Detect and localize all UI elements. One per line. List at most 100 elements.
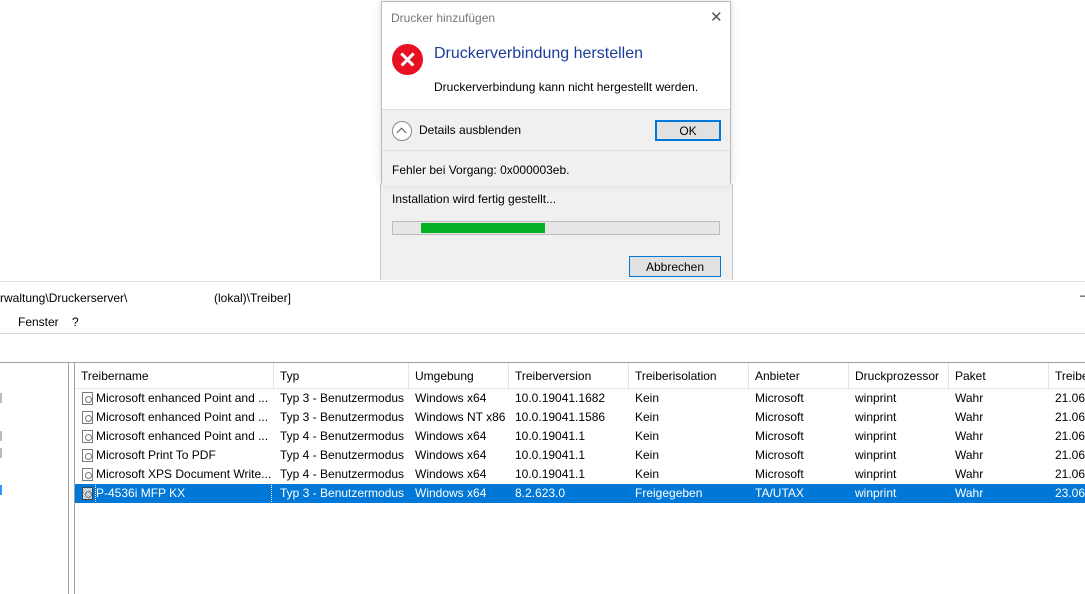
table-cell: Wahr: [955, 429, 984, 443]
progress-status-text: Installation wird fertig gestellt...: [392, 192, 557, 206]
tree-item-marker: [0, 393, 2, 403]
table-cell: Typ 4 - Benutzermodus: [280, 429, 405, 443]
table-row[interactable]: P-4536i MFP KX Typ 3 - Benutzermodus Windo…: [75, 483, 1085, 504]
progress-bar-fill: [421, 223, 545, 233]
tree-item-marker-selected: [0, 485, 2, 495]
dialog-title: Drucker hinzufügen: [391, 11, 496, 25]
driver-name-cell: P-4536i MFP KX: [95, 483, 272, 504]
table-cell: winprint: [855, 448, 897, 462]
driver-name-cell: Microsoft Print To PDF: [96, 448, 216, 462]
console-menubar: Fenster ?: [0, 311, 1085, 334]
column-header[interactable]: Druckprozessor: [849, 363, 949, 388]
console-titlebar: rwaltung\Druckerserver\ (lokal)\Treiber]…: [0, 281, 1085, 312]
table-cell: Microsoft: [755, 391, 804, 405]
table-cell: Kein: [635, 391, 660, 405]
console-path-left: rwaltung\Druckerserver\: [0, 291, 128, 305]
column-header[interactable]: Treibe: [1049, 363, 1085, 388]
error-code-text: Fehler bei Vorgang: 0x000003eb.: [392, 163, 570, 177]
table-row[interactable]: Microsoft enhanced Point and ... Typ 3 - …: [75, 389, 1085, 408]
table-cell: 10.0.19041.1: [515, 429, 586, 443]
table-cell: Typ 4 - Benutzermodus: [280, 448, 405, 462]
details-toggle-label[interactable]: Details ausblenden: [419, 123, 521, 137]
column-header[interactable]: Treibername: [75, 363, 274, 388]
table-cell: Windows NT x86: [415, 410, 506, 424]
column-header[interactable]: Anbieter: [749, 363, 849, 388]
table-cell: Windows x64: [415, 429, 487, 443]
column-header[interactable]: Treiberversion: [509, 363, 629, 388]
printer-driver-icon: [82, 449, 93, 462]
table-cell: Windows x64: [415, 391, 487, 405]
table-row[interactable]: Microsoft Print To PDF Typ 4 - Benutzermo…: [75, 446, 1085, 465]
table-cell: 21.06.: [1055, 429, 1085, 443]
tree-item-marker: [0, 431, 2, 441]
table-cell: 21.06.: [1055, 410, 1085, 424]
table-cell: Wahr: [955, 448, 984, 462]
menu-help[interactable]: ?: [72, 315, 79, 329]
table-cell: Typ 3 - Benutzermodus: [280, 391, 405, 405]
table-cell: Wahr: [955, 410, 984, 424]
table-cell: Freigegeben: [635, 486, 703, 500]
table-cell: TA/UTAX: [755, 486, 804, 500]
driver-list-header: Treibername Typ Umgebung Treiberversion Trei…: [75, 363, 1085, 389]
table-cell: 21.06.: [1055, 391, 1085, 405]
table-cell: Windows x64: [415, 467, 487, 481]
ok-button[interactable]: OK: [655, 120, 721, 141]
progress-window: Installation wird fertig gestellt... Abb…: [380, 184, 733, 280]
table-row[interactable]: Microsoft enhanced Point and ... Typ 4 - …: [75, 427, 1085, 446]
table-cell: Typ 4 - Benutzermodus: [280, 467, 405, 481]
table-cell: winprint: [855, 391, 897, 405]
column-header[interactable]: Typ: [274, 363, 409, 388]
tree-item-marker: [0, 448, 2, 458]
progress-bar: [392, 221, 720, 235]
dialog-heading: Druckerverbindung herstellen: [434, 45, 643, 62]
driver-name-cell: Microsoft enhanced Point and ...: [96, 429, 269, 443]
table-cell: Typ 3 - Benutzermodus: [280, 486, 405, 500]
table-cell: 10.0.19041.1: [515, 448, 586, 462]
column-header[interactable]: Umgebung: [409, 363, 509, 388]
details-divider: [382, 150, 730, 151]
printer-driver-icon: [82, 411, 93, 424]
printer-driver-icon: [82, 487, 93, 500]
driver-name-cell: Microsoft enhanced Point and ...: [96, 391, 269, 405]
table-cell: 21.06.: [1055, 448, 1085, 462]
console-toolbar: [0, 334, 1085, 363]
table-cell: Microsoft: [755, 410, 804, 424]
table-cell: Kein: [635, 467, 660, 481]
table-cell: Kein: [635, 410, 660, 424]
driver-name-cell: Microsoft enhanced Point and ...: [96, 410, 269, 424]
printer-driver-icon: [82, 468, 93, 481]
minimize-button[interactable]: –: [1080, 288, 1085, 302]
console-path-right: (lokal)\Treiber]: [214, 291, 291, 305]
table-cell: 8.2.623.0: [515, 486, 566, 500]
table-cell: Windows x64: [415, 486, 487, 500]
table-cell: Wahr: [955, 486, 984, 500]
table-cell: Wahr: [955, 467, 984, 481]
tree-pane[interactable]: [0, 363, 69, 594]
table-cell: 21.06.: [1055, 467, 1085, 481]
menu-fenster[interactable]: Fenster: [18, 315, 59, 329]
table-row[interactable]: Microsoft XPS Document Write... Typ 4 - B…: [75, 465, 1085, 484]
column-header[interactable]: Paket: [949, 363, 1049, 388]
table-cell: Microsoft: [755, 467, 804, 481]
table-cell: winprint: [855, 429, 897, 443]
table-cell: 10.0.19041.1682: [515, 391, 606, 405]
details-section: Details ausblenden OK Fehler bei Vorgang…: [382, 109, 730, 186]
table-cell: winprint: [855, 486, 897, 500]
close-icon[interactable]: ✕: [710, 8, 723, 26]
table-cell: Windows x64: [415, 448, 487, 462]
dialog-message: Druckerverbindung kann nicht hergestellt…: [434, 80, 699, 94]
cancel-button[interactable]: Abbrechen: [629, 256, 721, 277]
printer-driver-icon: [82, 392, 93, 405]
table-cell: 10.0.19041.1586: [515, 410, 606, 424]
column-header[interactable]: Treiberisolation: [629, 363, 749, 388]
table-cell: Microsoft: [755, 448, 804, 462]
printer-driver-icon: [82, 430, 93, 443]
error-icon: [392, 44, 423, 75]
driver-list-pane[interactable]: Treibername Typ Umgebung Treiberversion Trei…: [74, 363, 1085, 594]
table-row[interactable]: Microsoft enhanced Point and ... Typ 3 - …: [75, 408, 1085, 427]
table-cell: Kein: [635, 448, 660, 462]
table-cell: Typ 3 - Benutzermodus: [280, 410, 405, 424]
table-cell: winprint: [855, 467, 897, 481]
driver-name-cell: Microsoft XPS Document Write...: [96, 467, 271, 481]
chevron-up-icon[interactable]: [392, 121, 412, 141]
